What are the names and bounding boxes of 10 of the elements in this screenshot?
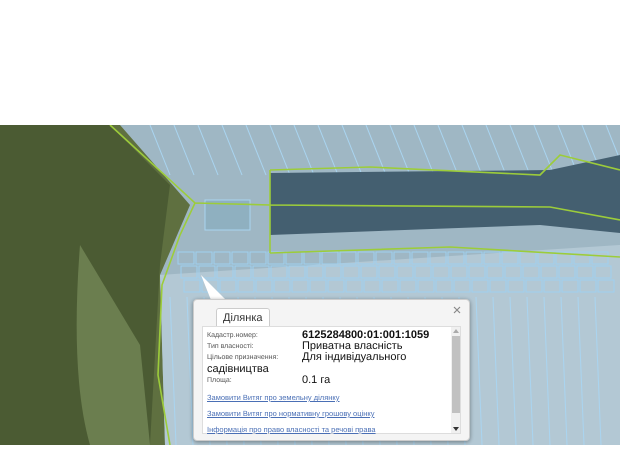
scroll-down-icon[interactable]: [452, 427, 458, 431]
field-value: 6125284800:01:001:1059: [302, 329, 430, 341]
close-icon[interactable]: [453, 306, 461, 314]
scroll-up-icon[interactable]: [452, 329, 458, 333]
field-value: Для індивідуального: [302, 351, 406, 363]
field-value: 0.1 га: [302, 374, 330, 386]
scrollbar[interactable]: [451, 327, 460, 433]
field-value: садівництва: [207, 363, 269, 375]
popup-tab[interactable]: Ділянка: [216, 308, 270, 326]
field-value: Приватна власність: [302, 340, 402, 352]
